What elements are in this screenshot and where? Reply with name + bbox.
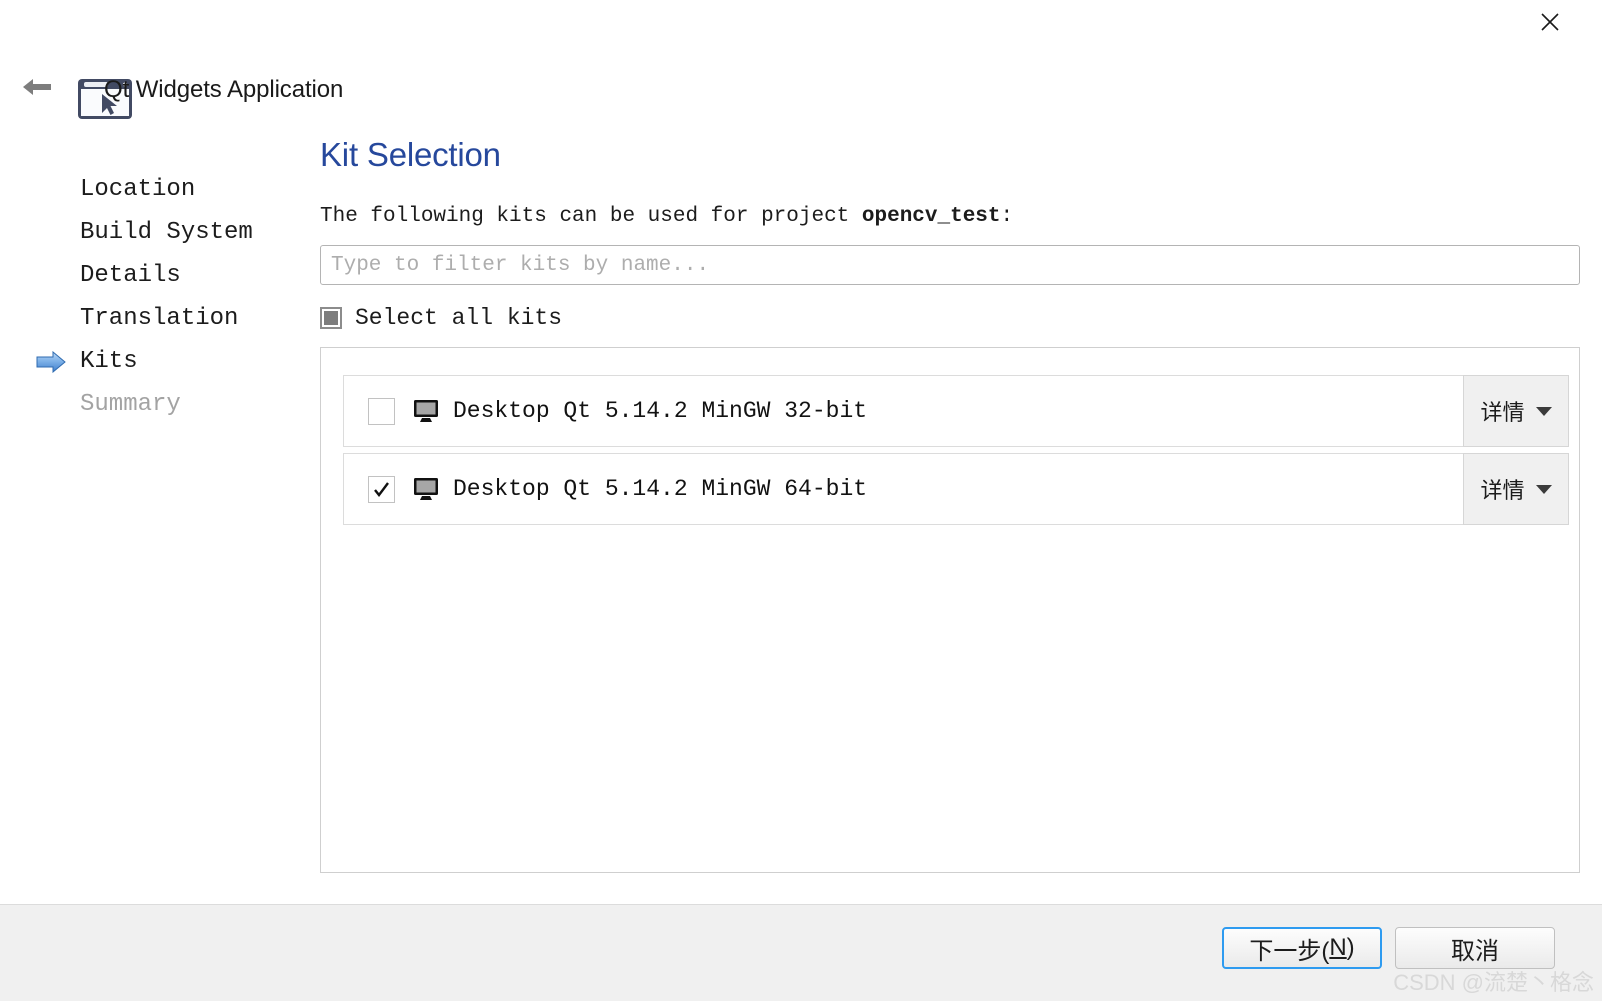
step-label: Kits xyxy=(80,347,138,375)
kit-details-label: 详情 xyxy=(1480,400,1525,425)
project-name: opencv_test xyxy=(861,205,1001,228)
watermark: CSDN @流楚丶格念 xyxy=(1393,970,1594,995)
next-button[interactable]: 下一步(N) xyxy=(1222,927,1382,969)
next-button-suffix: ) xyxy=(1346,934,1355,961)
page-title: Kit Selection xyxy=(320,136,501,173)
kit-details-button[interactable]: 详情 xyxy=(1463,453,1569,525)
step-label: Location xyxy=(80,175,196,203)
kit-name: Desktop Qt 5.14.2 MinGW 64-bit xyxy=(453,476,868,502)
cancel-button[interactable]: 取消 xyxy=(1395,927,1555,969)
sidebar-step-summary: Summary xyxy=(0,383,300,426)
wizard-header: Qt Widgets Application xyxy=(0,62,1602,122)
kit-name: Desktop Qt 5.14.2 MinGW 32-bit xyxy=(453,398,868,424)
kit-details-label: 详情 xyxy=(1480,478,1525,503)
kit-checkbox[interactable] xyxy=(368,397,395,425)
kit-list: Desktop Qt 5.14.2 MinGW 32-bit 详情 Deskto… xyxy=(320,347,1580,873)
titlebar xyxy=(0,0,1602,46)
kit-checkbox[interactable] xyxy=(368,475,395,503)
sidebar-step-details: Details xyxy=(0,254,300,297)
cancel-button-label: 取消 xyxy=(1451,937,1499,965)
page-description: The following kits can be used for proje… xyxy=(320,205,1013,228)
kit-selection-page: Kit Selection The following kits can be … xyxy=(300,120,1602,905)
step-label: Build System xyxy=(80,218,253,246)
kit-list-item[interactable]: Desktop Qt 5.14.2 MinGW 64-bit 详情 xyxy=(343,453,1569,525)
desktop-monitor-icon xyxy=(413,399,439,423)
select-all-kits-row[interactable]: Select all kits xyxy=(320,304,562,332)
close-icon[interactable] xyxy=(1534,6,1566,38)
description-prefix: The following kits can be used for proje… xyxy=(320,205,862,228)
select-all-kits-checkbox[interactable] xyxy=(320,307,342,329)
wizard-footer: 下一步(N) 取消 CSDN @流楚丶格念 xyxy=(0,904,1602,1001)
step-label: Summary xyxy=(80,390,181,418)
back-arrow-icon[interactable] xyxy=(14,72,60,102)
current-step-arrow-icon xyxy=(36,350,66,373)
wizard-title: Qt Widgets Application xyxy=(104,76,344,103)
next-button-accelerator: N xyxy=(1329,934,1347,961)
wizard-step-list: Location Build System Details Translatio… xyxy=(0,168,300,426)
sidebar-step-kits: Kits xyxy=(0,340,300,383)
sidebar-step-location: Location xyxy=(0,168,300,211)
kit-details-button[interactable]: 详情 xyxy=(1463,375,1569,447)
kit-filter-input[interactable] xyxy=(320,245,1580,285)
select-all-kits-label: Select all kits xyxy=(355,305,563,331)
sidebar-step-translation: Translation xyxy=(0,297,300,340)
wizard-window: Qt Widgets Application Location Build Sy… xyxy=(0,0,1602,1001)
desktop-monitor-icon xyxy=(413,477,439,501)
step-label: Translation xyxy=(80,304,239,332)
description-suffix: : xyxy=(1000,205,1014,228)
kit-list-item[interactable]: Desktop Qt 5.14.2 MinGW 32-bit 详情 xyxy=(343,375,1569,447)
sidebar-step-build-system: Build System xyxy=(0,211,300,254)
chevron-down-icon xyxy=(1535,406,1552,416)
step-label: Details xyxy=(80,261,181,289)
next-button-prefix: 下一步( xyxy=(1249,937,1330,965)
chevron-down-icon xyxy=(1535,484,1552,494)
